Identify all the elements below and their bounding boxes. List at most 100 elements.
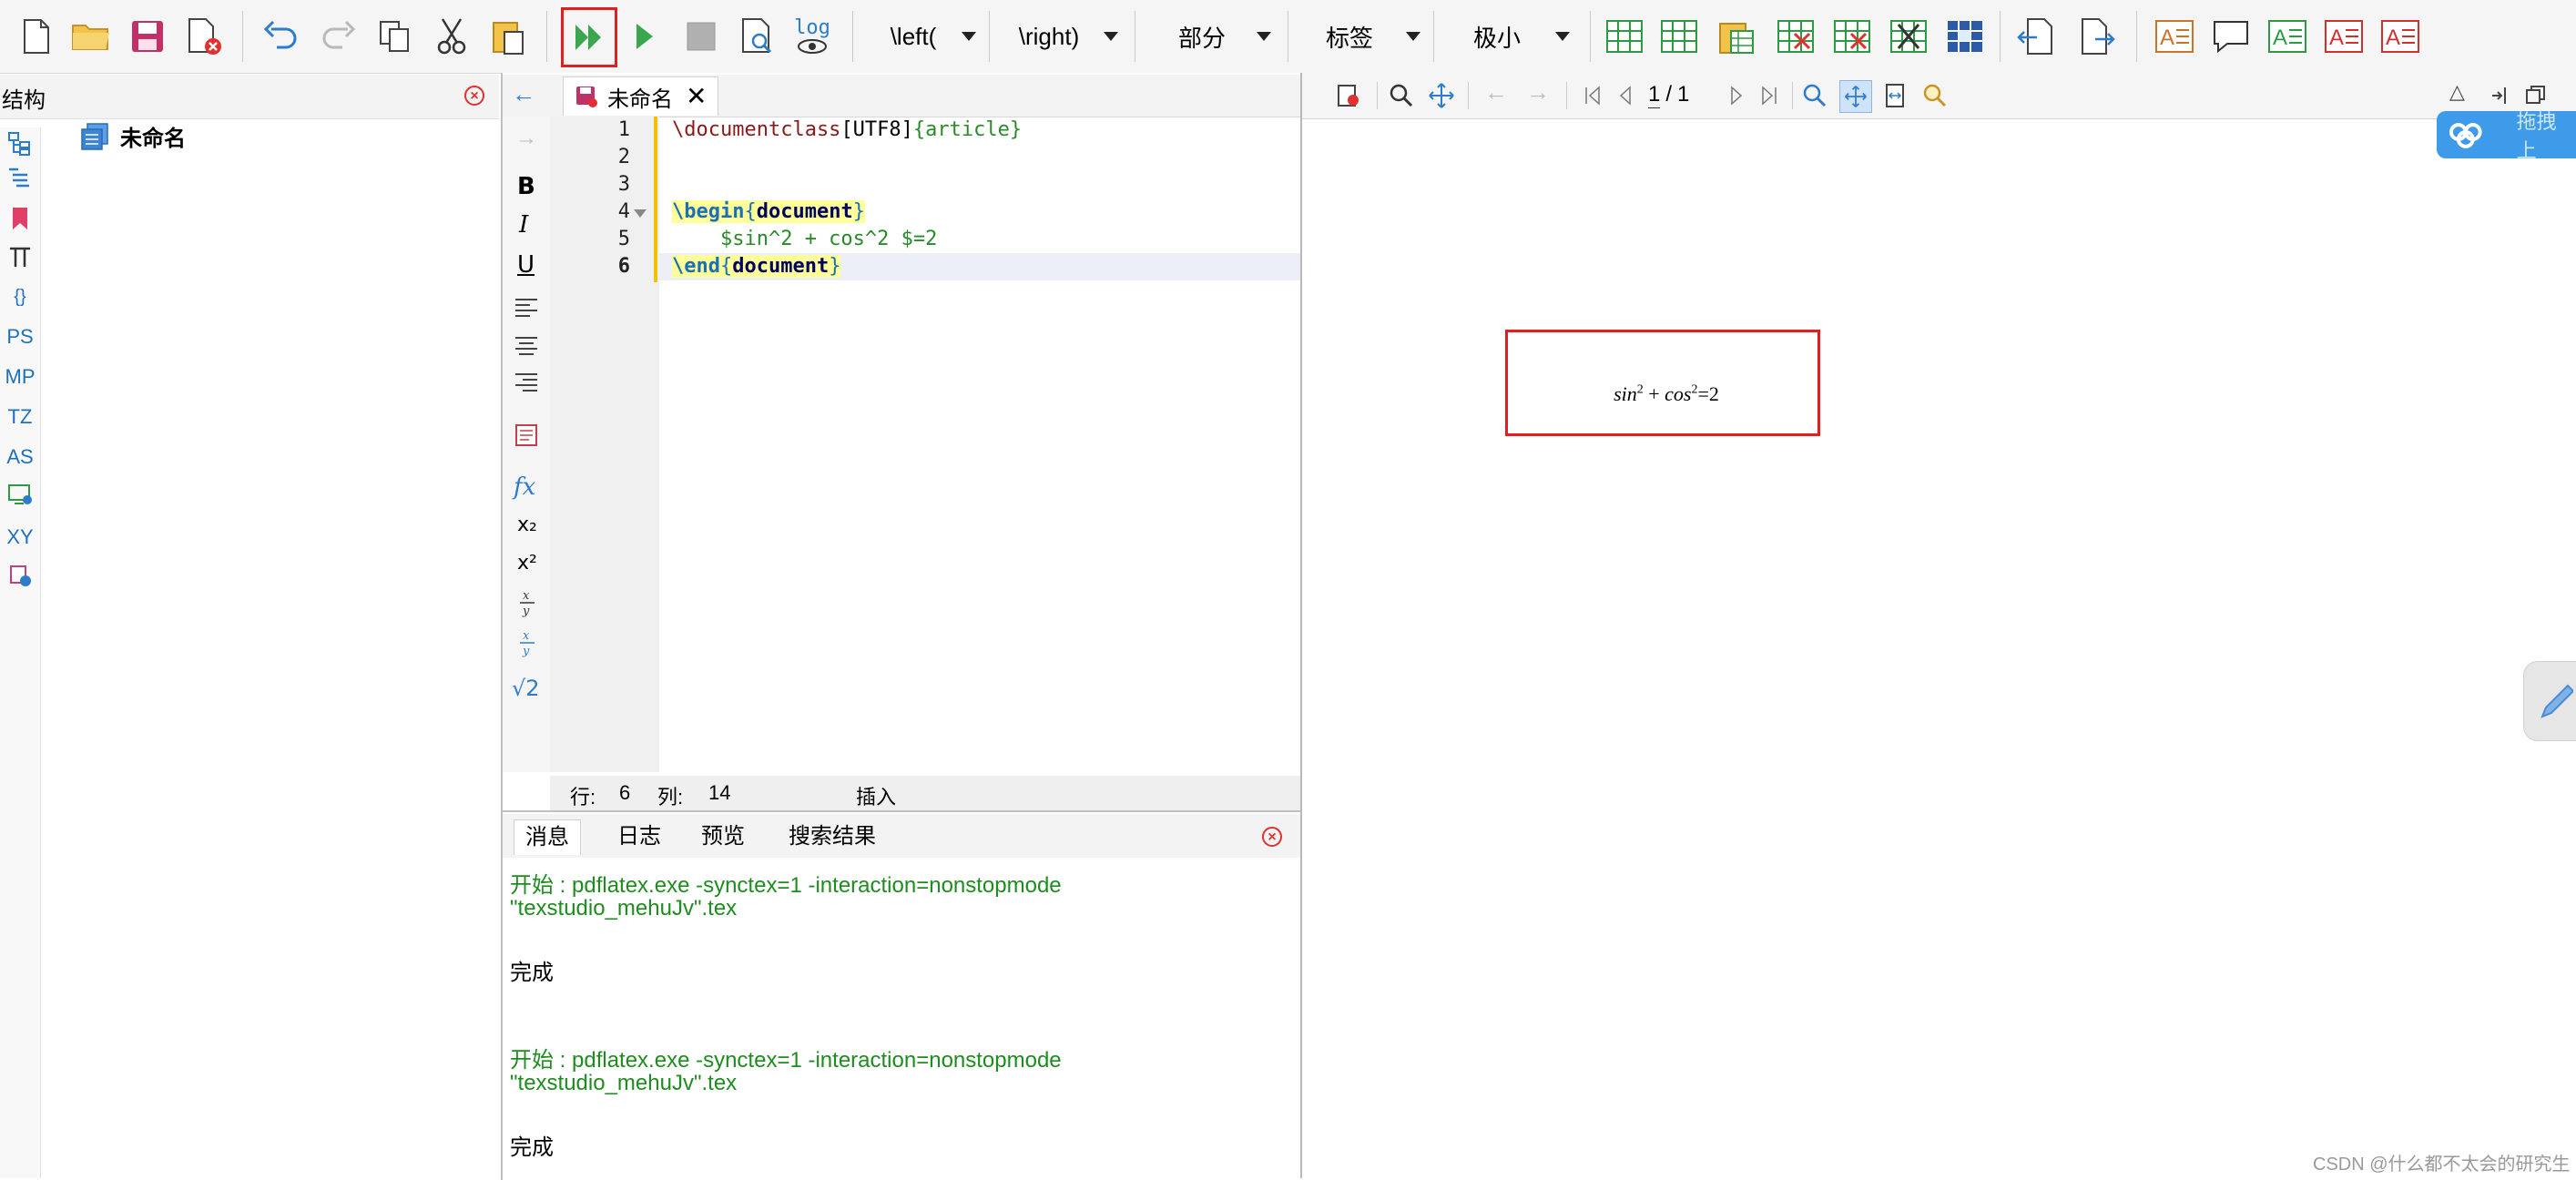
script-icon[interactable] [0, 559, 40, 592]
synctex-icon[interactable] [1333, 80, 1364, 111]
page-current[interactable]: 1 [1648, 82, 1661, 108]
label-select[interactable]: 标签 [1293, 15, 1430, 58]
undo-icon[interactable] [257, 13, 304, 60]
collapse-up-icon[interactable]: △ [2449, 80, 2465, 104]
align-left-icon[interactable] [514, 297, 539, 325]
main-toolbar: log \left( \right) 部分 标签 极小 A A A A [0, 0, 2576, 74]
paste-icon[interactable] [484, 13, 532, 60]
section-select[interactable]: 部分 [1147, 15, 1280, 58]
pan-mode-icon[interactable] [1839, 80, 1872, 113]
fx-button[interactable]: fx [514, 473, 535, 501]
insert-mode: 插入 [856, 786, 897, 809]
dfrac-icon[interactable]: xy [517, 628, 537, 662]
messages-pane [501, 810, 1302, 1180]
pi-symbols-icon[interactable] [0, 240, 40, 273]
table-icon[interactable] [1601, 13, 1648, 60]
compile-icon[interactable] [621, 13, 668, 60]
screen-settings-icon[interactable] [0, 479, 40, 512]
close-messages-icon[interactable]: × [1262, 827, 1282, 847]
comment-icon[interactable] [2207, 13, 2255, 60]
import-icon[interactable] [2012, 13, 2060, 60]
open-folder-icon[interactable] [67, 13, 115, 60]
new-line-icon[interactable] [514, 422, 539, 453]
side-label-ps[interactable]: PS [0, 320, 40, 353]
dock-icon[interactable] [2484, 80, 2515, 111]
italic-button[interactable]: I [519, 211, 528, 239]
side-label-xy[interactable]: XY [0, 521, 40, 554]
text-red-outline-icon[interactable]: A [2377, 13, 2424, 60]
build-and-view-icon[interactable] [561, 7, 617, 67]
left-delimiter-select[interactable]: \left( [865, 15, 985, 58]
side-label-mp[interactable]: MP [0, 361, 40, 393]
cut-icon[interactable] [428, 13, 475, 60]
align-right-icon[interactable] [514, 371, 539, 400]
page-indicator[interactable]: 1 / 1 [1648, 82, 1689, 108]
size-select[interactable]: 极小 [1439, 15, 1579, 58]
stop-icon[interactable] [677, 13, 725, 60]
line-number: 6 [617, 255, 630, 278]
last-page-icon[interactable] [1754, 80, 1785, 111]
close-tab-icon[interactable]: ✕ [686, 84, 707, 109]
new-file-icon[interactable] [13, 13, 60, 60]
table-remove-lines-icon[interactable] [1885, 13, 1932, 60]
bookmark-icon[interactable] [0, 202, 40, 235]
table-delete-row-icon[interactable] [1772, 13, 1819, 60]
text-frame-icon[interactable]: A [2151, 13, 2198, 60]
table-delete-column-icon[interactable] [1828, 13, 1876, 60]
save-icon[interactable] [124, 13, 171, 60]
fold-marker-icon[interactable] [634, 209, 647, 218]
view-log-icon[interactable]: log [789, 13, 836, 60]
close-file-icon[interactable] [180, 13, 228, 60]
side-label-tz[interactable]: TZ [0, 401, 40, 433]
structure-tree-icon[interactable] [0, 127, 40, 160]
tab-log[interactable]: 日志 [606, 819, 672, 854]
text-red-icon[interactable]: A [2320, 13, 2367, 60]
view-pdf-icon[interactable] [734, 13, 781, 60]
prev-page-icon[interactable] [1610, 80, 1641, 111]
tab-messages[interactable]: 消息 [514, 819, 581, 855]
superscript-button[interactable]: x² [517, 552, 537, 575]
floating-side-tab[interactable] [2523, 661, 2576, 741]
arrow-right-icon[interactable]: → [515, 126, 537, 151]
line-number: 2 [617, 146, 630, 168]
row-value: 6 [619, 781, 631, 804]
fit-page-icon[interactable] [1879, 80, 1910, 111]
cloud-upload-badge[interactable]: 拖拽上 [2437, 110, 2576, 162]
braces-icon[interactable]: {} [0, 280, 40, 313]
bold-button[interactable]: B [517, 173, 535, 200]
pdf-viewer [1300, 73, 2576, 1178]
back-arrow-icon[interactable]: ← [1484, 78, 1508, 107]
toc-list-icon[interactable] [0, 162, 40, 195]
table-paste-icon[interactable] [1714, 13, 1761, 60]
tab-untitled[interactable]: 未命名 ✕ [563, 76, 719, 116]
export-icon[interactable] [2074, 13, 2122, 60]
magnifier-icon[interactable] [1919, 80, 1950, 111]
structure-root-item[interactable]: 未命名 [80, 120, 186, 152]
close-structure-icon[interactable]: × [464, 86, 484, 106]
text-green-icon[interactable]: A [2264, 13, 2311, 60]
subscript-button[interactable]: x₂ [517, 514, 537, 536]
arrow-left-icon[interactable]: ← [512, 80, 535, 108]
sqrt-button[interactable]: √2 [512, 676, 540, 701]
log-label: log [794, 16, 830, 39]
align-center-icon[interactable] [514, 335, 539, 363]
redo-icon[interactable] [315, 13, 362, 60]
zoom-in-icon[interactable] [1799, 80, 1830, 111]
code-line-6: \end{document} [672, 253, 841, 280]
copy-icon[interactable] [372, 13, 419, 60]
code-token: } [829, 255, 841, 278]
table-format-icon[interactable] [1941, 13, 1989, 60]
next-page-icon[interactable] [1721, 80, 1752, 111]
tab-preview[interactable]: 预览 [690, 819, 756, 854]
pan-icon[interactable] [1426, 80, 1457, 111]
zoom-icon[interactable] [1386, 80, 1417, 111]
section-value: 部分 [1177, 24, 1226, 52]
tab-search-results[interactable]: 搜索结果 [778, 819, 887, 854]
side-label-as[interactable]: AS [0, 441, 40, 473]
right-delimiter-select[interactable]: \right) [994, 15, 1127, 58]
first-page-icon[interactable] [1577, 80, 1608, 111]
underline-button[interactable]: U [517, 251, 535, 279]
forward-arrow-icon[interactable]: → [1526, 78, 1550, 107]
fraction-icon[interactable]: xy [517, 588, 537, 622]
table-add-column-icon[interactable] [1655, 13, 1703, 60]
